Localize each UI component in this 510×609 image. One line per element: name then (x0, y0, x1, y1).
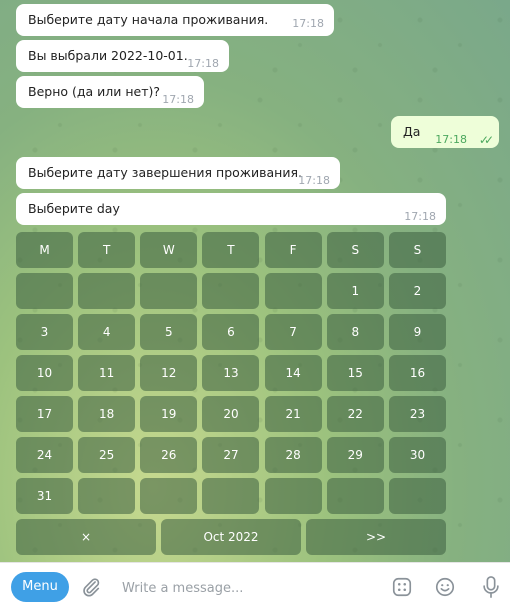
message-bubble: Выберите дату начала проживания. 17:18 (16, 4, 334, 36)
message-time: 17:18 (292, 17, 324, 30)
day-key[interactable]: 29 (326, 437, 384, 473)
day-key[interactable]: 10 (16, 355, 73, 391)
day-key[interactable]: 8 (326, 314, 384, 350)
day-key[interactable]: 7 (264, 314, 322, 350)
chat-area: Выберите дату начала проживания. 17:18 В… (0, 0, 510, 562)
weekday-header-key[interactable]: M (16, 232, 73, 268)
day-key[interactable]: 13 (202, 355, 260, 391)
weekday-header-key[interactable]: W (140, 232, 198, 268)
message-input[interactable] (120, 573, 374, 603)
day-key[interactable]: 28 (264, 437, 322, 473)
message-text: Да (403, 124, 421, 139)
day-key[interactable]: 24 (16, 437, 73, 473)
day-key[interactable]: 26 (140, 437, 198, 473)
day-key[interactable]: 27 (202, 437, 260, 473)
empty-day-key[interactable] (202, 273, 260, 309)
message-bubble: Выберите day 17:18 (16, 193, 446, 225)
paperclip-icon[interactable] (80, 576, 102, 598)
day-key[interactable]: 21 (264, 396, 322, 432)
day-key[interactable]: 6 (202, 314, 260, 350)
empty-day-key[interactable] (78, 478, 136, 514)
empty-day-key[interactable] (264, 478, 322, 514)
day-key[interactable]: 18 (78, 396, 136, 432)
message-bubble: Выберите дату завершения проживания. 17:… (16, 157, 340, 189)
weekday-header-key[interactable]: T (78, 232, 136, 268)
day-key[interactable]: 14 (264, 355, 322, 391)
bot-commands-icon[interactable] (391, 576, 413, 598)
day-key[interactable]: 23 (388, 396, 446, 432)
next-month-button[interactable]: >> (306, 519, 446, 555)
day-key[interactable]: 12 (140, 355, 198, 391)
day-key[interactable]: 22 (326, 396, 384, 432)
message-time: 17:18 (162, 93, 194, 106)
weekday-header-key[interactable]: F (264, 232, 322, 268)
day-key[interactable]: 19 (140, 396, 198, 432)
day-key[interactable]: 5 (140, 314, 198, 350)
message-text: Верно (да или нет)? (28, 84, 161, 99)
message-text: Выберите day (28, 201, 120, 216)
current-month-button[interactable]: Oct 2022 (161, 519, 301, 555)
day-key[interactable]: 15 (326, 355, 384, 391)
day-key[interactable]: 31 (16, 478, 73, 514)
empty-day-key[interactable] (388, 478, 446, 514)
weekday-header-key[interactable]: S (388, 232, 446, 268)
day-key[interactable]: 17 (16, 396, 73, 432)
message-time: 17:18 (404, 210, 436, 223)
empty-day-key[interactable] (202, 478, 260, 514)
day-key[interactable]: 25 (78, 437, 136, 473)
day-key[interactable]: 20 (202, 396, 260, 432)
empty-day-key[interactable] (264, 273, 322, 309)
day-key[interactable]: 16 (388, 355, 446, 391)
message-bubble: Вы выбрали 2022-10-01. 17:18 (16, 40, 229, 72)
read-checkmarks-icon: ✓✓ (478, 133, 494, 147)
outgoing-message-bubble: Да 17:18 ✓✓ (391, 116, 499, 148)
microphone-icon[interactable] (480, 575, 502, 599)
day-key[interactable]: 30 (388, 437, 446, 473)
menu-button[interactable]: Menu (11, 572, 69, 602)
day-key[interactable]: 2 (388, 273, 446, 309)
day-key[interactable]: 4 (78, 314, 136, 350)
empty-day-key[interactable] (16, 273, 73, 309)
weekday-header-key[interactable]: S (326, 232, 384, 268)
weekday-header-key[interactable]: T (202, 232, 260, 268)
message-time: 17:18 (435, 133, 467, 146)
day-key[interactable]: 1 (326, 273, 384, 309)
empty-day-key[interactable] (326, 478, 384, 514)
day-key[interactable]: 9 (388, 314, 446, 350)
empty-day-key[interactable] (140, 273, 198, 309)
emoji-icon[interactable] (434, 576, 456, 598)
empty-day-key[interactable] (140, 478, 198, 514)
empty-day-key[interactable] (78, 273, 136, 309)
message-text: Выберите дату завершения проживания. (28, 165, 302, 180)
message-text: Вы выбрали 2022-10-01. (28, 48, 188, 63)
message-bubble: Верно (да или нет)? 17:18 (16, 76, 204, 108)
day-key[interactable]: 3 (16, 314, 73, 350)
message-composer: Menu (0, 562, 510, 609)
day-key[interactable]: 11 (78, 355, 136, 391)
message-text: Выберите дату начала проживания. (28, 12, 269, 27)
prev-month-button[interactable]: × (16, 519, 156, 555)
